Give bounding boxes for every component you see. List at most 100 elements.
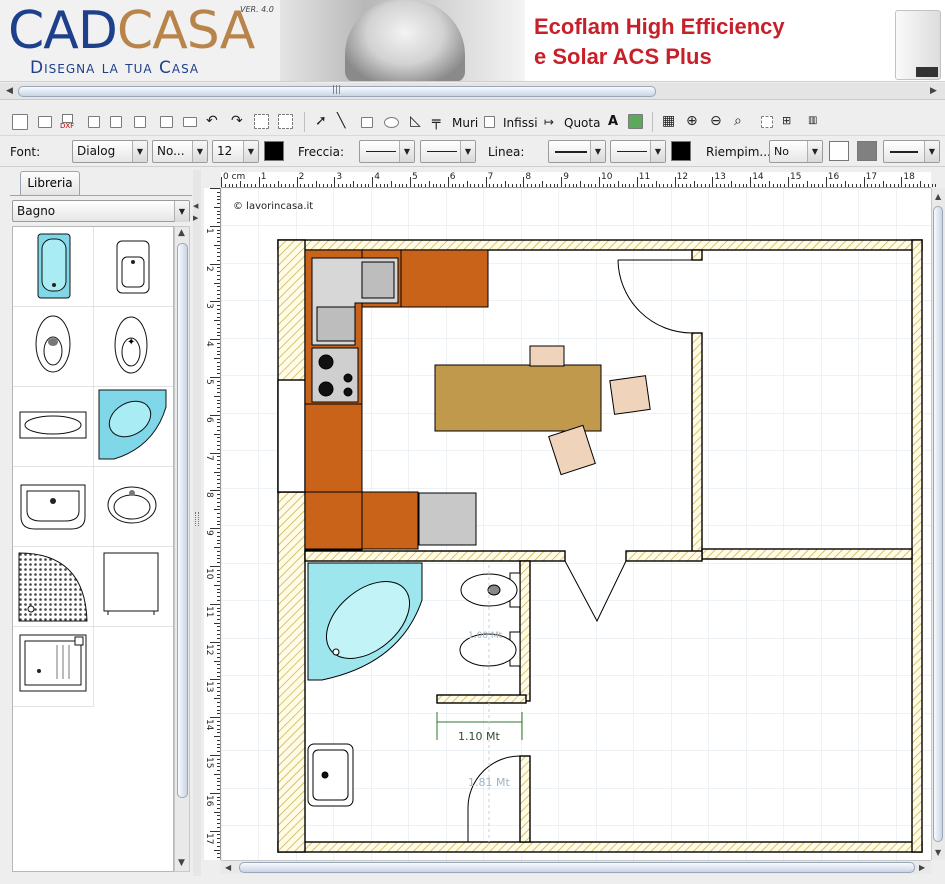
library-item-vasca-angolare[interactable] xyxy=(94,387,173,467)
rectangle-tool-icon[interactable] xyxy=(361,117,373,128)
window-opening[interactable] xyxy=(277,379,306,493)
font-style-select[interactable]: No... ▼ xyxy=(152,140,208,163)
chair-right[interactable] xyxy=(609,375,651,415)
collapse-right-arrow-icon[interactable]: ▶ xyxy=(193,210,198,227)
insert-image-icon[interactable] xyxy=(628,114,643,129)
ruler-tick xyxy=(871,184,873,187)
wall-inner-vertical[interactable] xyxy=(691,332,703,554)
ad-headline[interactable]: Ecoflam High Efficiency e Solar ACS Plus xyxy=(534,12,785,72)
zoom-in-icon[interactable]: ⊕ xyxy=(686,113,698,129)
library-item-lavatoio[interactable] xyxy=(13,627,94,707)
save-as-icon[interactable] xyxy=(110,116,122,128)
ad-banner[interactable]: CADCASA VER. 4.0 Disegna la tua Casa Eco… xyxy=(0,0,945,82)
library-item-bidet[interactable] xyxy=(94,227,173,307)
wall-bathroom-right-lower[interactable] xyxy=(519,755,531,843)
library-item-piatto-doccia[interactable] xyxy=(13,547,94,627)
tab-libreria[interactable]: Libreria xyxy=(20,171,80,195)
canvas-horizontal-scrollbar[interactable]: ◀ ▶ xyxy=(221,860,931,874)
scrollbar-thumb[interactable] xyxy=(933,206,943,842)
zoom-out-icon[interactable]: ⊖ xyxy=(710,113,722,129)
zoom-fit-icon[interactable]: ⌕ xyxy=(734,113,742,129)
scroll-right-arrow-icon[interactable]: ▶ xyxy=(919,859,925,876)
dining-table[interactable] xyxy=(434,364,602,432)
fill-pattern-select[interactable]: ▼ xyxy=(883,140,940,163)
font-family-select[interactable]: Dialog ▼ xyxy=(72,140,148,163)
fill-color-swatch[interactable] xyxy=(829,141,849,161)
measure-icon[interactable]: ▥ xyxy=(808,113,817,129)
wall-left-lower[interactable] xyxy=(277,491,306,853)
print-icon[interactable] xyxy=(160,116,173,128)
dxf-export-button[interactable]: DXF xyxy=(60,114,76,130)
scroll-right-arrow-icon[interactable]: ▶ xyxy=(930,83,937,100)
print-preview-icon[interactable] xyxy=(183,117,197,127)
redo-icon[interactable]: ↷ xyxy=(231,113,243,129)
library-item-vasca[interactable] xyxy=(13,227,94,307)
wall-inner-horizontal-mid[interactable] xyxy=(625,550,703,562)
ellipse-tool-icon[interactable] xyxy=(384,117,399,128)
ruler-tick xyxy=(719,184,721,187)
dimension-label-3[interactable]: 1.00 Mt xyxy=(468,631,502,641)
select-pointer-icon[interactable]: ➚ xyxy=(315,113,327,129)
dimension-label-1[interactable]: 1.10 Mt xyxy=(458,730,500,743)
font-color-swatch[interactable] xyxy=(264,141,284,161)
wall-inner-horizontal-left[interactable] xyxy=(304,550,566,562)
text-tool-button[interactable]: A xyxy=(608,114,618,129)
fill-color2-swatch[interactable] xyxy=(857,141,877,161)
chair-top[interactable] xyxy=(529,345,565,367)
library-item-lavabo-ovale[interactable] xyxy=(94,467,173,547)
splitter-grip-icon[interactable] xyxy=(195,512,199,526)
wall-right[interactable] xyxy=(911,239,923,853)
undo-icon[interactable]: ↶ xyxy=(206,113,218,129)
wall-bottom[interactable] xyxy=(277,841,923,853)
ruler-left-label: 5 xyxy=(204,379,214,385)
wall-bathroom-partition[interactable] xyxy=(436,694,527,704)
scale-icon[interactable]: ⊞ xyxy=(782,113,791,129)
save-icon[interactable] xyxy=(88,116,100,128)
library-item-lavabo[interactable] xyxy=(13,467,94,547)
scrollbar-thumb[interactable] xyxy=(177,243,188,798)
wall-inner-horizontal-right[interactable] xyxy=(701,548,913,560)
font-size-select[interactable]: 12 ▼ xyxy=(212,140,259,163)
scroll-up-arrow-icon[interactable]: ▲ xyxy=(935,188,941,205)
line-style-select[interactable]: ▼ xyxy=(548,140,606,163)
banner-horizontal-scrollbar[interactable]: ◀ ||| ▶ xyxy=(0,83,945,100)
wall-stub[interactable] xyxy=(691,249,703,261)
library-category-select[interactable]: Bagno ▼ xyxy=(12,200,190,222)
library-item-mobile[interactable] xyxy=(94,547,173,627)
new-file-icon[interactable] xyxy=(12,114,28,130)
arrow-end-select[interactable]: ▼ xyxy=(420,140,476,163)
open-folder-icon[interactable] xyxy=(38,116,52,128)
fill-select[interactable]: No ▼ xyxy=(769,140,823,163)
save-image-icon[interactable] xyxy=(134,116,146,128)
dimension-label-2[interactable]: 1.81 Mt xyxy=(468,776,510,789)
scroll-left-arrow-icon[interactable]: ◀ xyxy=(225,859,231,876)
library-item-bidet-sospeso[interactable]: ✦ xyxy=(94,307,173,387)
wall-bathroom-right[interactable] xyxy=(519,560,531,702)
grid-icon[interactable]: ▦ xyxy=(662,113,675,129)
library-item-vasca-idromassaggio[interactable] xyxy=(13,387,94,467)
group-icon[interactable] xyxy=(254,114,269,129)
zoom-selection-icon[interactable] xyxy=(761,116,773,128)
line-tool-icon[interactable]: ╲ xyxy=(337,113,345,129)
wall-top[interactable] xyxy=(277,239,923,251)
scroll-down-arrow-icon[interactable]: ▼ xyxy=(935,844,941,861)
library-item-wc[interactable] xyxy=(13,307,94,387)
polygon-tool-icon[interactable]: ◺ xyxy=(410,113,421,129)
library-vertical-scrollbar[interactable]: ▲ ▼ xyxy=(174,226,190,872)
ruler-tick xyxy=(217,267,220,269)
ruler-tick xyxy=(217,807,220,809)
ungroup-icon[interactable] xyxy=(278,114,293,129)
ruler-left-label: 9 xyxy=(204,530,214,536)
scroll-left-arrow-icon[interactable]: ◀ xyxy=(6,83,13,100)
canvas-vertical-scrollbar[interactable]: ▲ ▼ xyxy=(931,188,945,860)
ruler-tick xyxy=(217,361,220,363)
scroll-down-arrow-icon[interactable]: ▼ xyxy=(178,855,185,872)
scroll-up-arrow-icon[interactable]: ▲ xyxy=(178,225,185,242)
scrollbar-thumb[interactable] xyxy=(239,862,915,873)
arrow-start-select[interactable]: ▼ xyxy=(359,140,415,163)
line-width-select[interactable]: ▼ xyxy=(610,140,666,163)
refrigerator[interactable] xyxy=(418,492,477,546)
ruler-tick xyxy=(916,184,918,187)
line-color-swatch[interactable] xyxy=(671,141,691,161)
floorplan-canvas[interactable] xyxy=(221,188,931,860)
